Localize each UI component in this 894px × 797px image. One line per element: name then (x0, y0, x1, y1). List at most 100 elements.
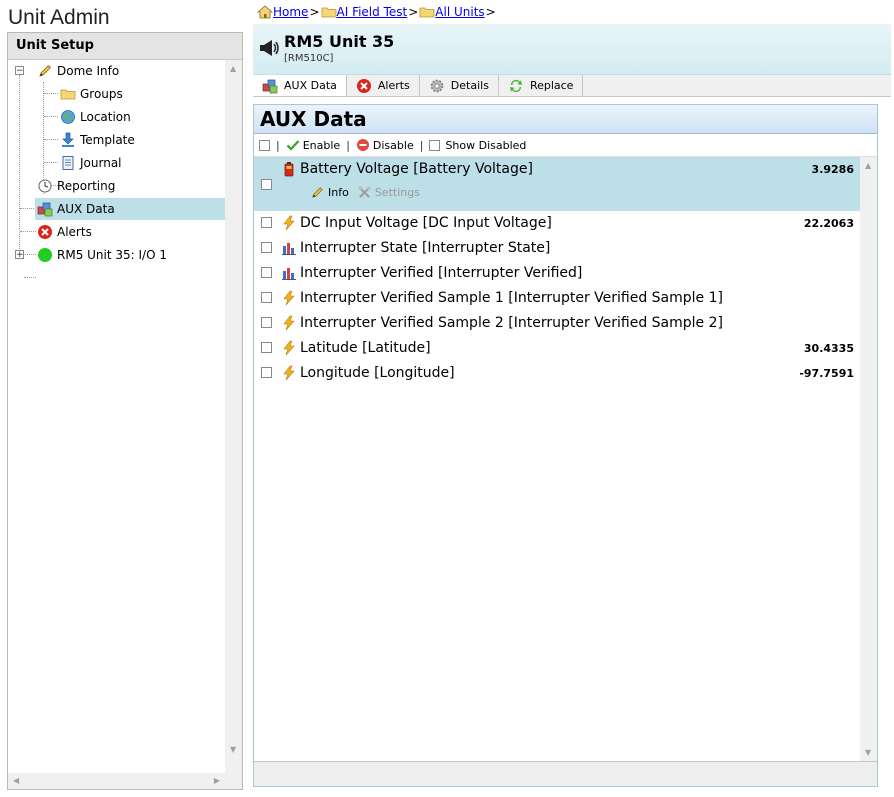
scroll-up-icon[interactable]: ▲ (865, 161, 871, 170)
tree-horizontal-scrollbar[interactable]: ◀ ▶ (8, 773, 226, 789)
breadcrumb-all-units-link[interactable]: All Units (435, 5, 484, 19)
breadcrumb: Home > AI Field Test > All Units > (256, 5, 497, 19)
tree-item-alerts[interactable]: Alerts (37, 221, 217, 243)
journal-icon (60, 155, 76, 171)
unit-tabs: AUX Data Alerts Details Replace (253, 75, 891, 97)
tree-item-label: RM5 Unit 35: I/O 1 (57, 248, 167, 262)
tree-item-reporting[interactable]: Reporting (37, 175, 217, 197)
row-checkbox[interactable] (261, 292, 272, 303)
tree-item-template[interactable]: Template (60, 129, 220, 151)
list-item[interactable]: Latitude [Latitude] 30.4335 (254, 336, 860, 361)
tab-replace[interactable]: Replace (499, 75, 584, 96)
aux-data-list: Battery Voltage [Battery Voltage] 3.9286… (254, 157, 860, 761)
red-x-icon (356, 78, 372, 94)
list-vertical-scrollbar[interactable]: ▲ ▼ (860, 157, 877, 761)
bar-chart-icon (281, 240, 297, 256)
unit-model: [RM510C] (284, 53, 334, 64)
enable-button[interactable]: Enable (286, 138, 340, 152)
row-value: -97.7591 (799, 367, 854, 380)
checkmark-icon (286, 138, 300, 152)
bar-chart-icon (281, 265, 297, 281)
lightning-icon (281, 315, 297, 331)
scroll-down-icon[interactable]: ▼ (865, 748, 871, 757)
battery-icon (281, 161, 297, 177)
list-item[interactable]: Longitude [Longitude] -97.7591 (254, 361, 860, 386)
info-label: Info (328, 186, 349, 199)
aux-cube-icon (37, 201, 53, 217)
tree-item-location[interactable]: Location (60, 106, 220, 128)
breadcrumb-home-link[interactable]: Home (273, 5, 308, 19)
row-checkbox[interactable] (261, 179, 272, 190)
row-label: Battery Voltage [Battery Voltage] (300, 161, 533, 177)
app-title: Unit Admin (8, 6, 110, 29)
tree-vertical-scrollbar[interactable]: ▲ ▼ (225, 60, 242, 774)
list-item[interactable]: Battery Voltage [Battery Voltage] 3.9286… (254, 157, 860, 211)
green-dot-icon (37, 247, 53, 263)
lightning-icon (281, 215, 297, 231)
tab-alerts[interactable]: Alerts (347, 75, 420, 96)
scroll-right-icon[interactable]: ▶ (214, 776, 220, 785)
aux-cube-icon (262, 78, 278, 94)
scroll-up-icon[interactable]: ▲ (230, 64, 236, 73)
tree-item-label: Location (80, 110, 131, 124)
gear-icon (429, 78, 445, 94)
lightning-icon (281, 290, 297, 306)
row-checkbox[interactable] (261, 342, 272, 353)
tree-item-groups[interactable]: Groups (60, 83, 220, 105)
row-checkbox[interactable] (261, 267, 272, 278)
show-disabled-checkbox[interactable] (429, 139, 441, 151)
row-checkbox[interactable] (261, 217, 272, 228)
tab-label: AUX Data (284, 79, 337, 92)
list-item[interactable]: Interrupter Verified [Interrupter Verifi… (254, 261, 860, 286)
tab-details[interactable]: Details (420, 75, 499, 96)
row-label: Interrupter Verified Sample 1 [Interrupt… (300, 290, 723, 306)
scroll-down-icon[interactable]: ▼ (230, 745, 236, 754)
collapse-dome-info-toggle[interactable]: − (15, 66, 24, 76)
row-label: Longitude [Longitude] (300, 365, 455, 381)
tree-item-dome-info[interactable]: Dome Info (37, 60, 217, 82)
tree-item-journal[interactable]: Journal (60, 152, 220, 174)
row-checkbox[interactable] (261, 367, 272, 378)
tree-item-label: AUX Data (57, 202, 115, 216)
aux-data-title: AUX Data (254, 105, 877, 134)
tab-aux-data[interactable]: AUX Data (253, 75, 347, 96)
unit-header: RM5 Unit 35 [RM510C] (253, 24, 891, 75)
red-x-icon (37, 224, 53, 240)
tree-item-io-1[interactable]: RM5 Unit 35: I/O 1 (37, 244, 222, 266)
toolbar-separator: | (276, 138, 280, 152)
folder-icon (60, 86, 76, 102)
pencil-icon (310, 185, 325, 200)
row-label: Interrupter Verified [Interrupter Verifi… (300, 265, 583, 281)
unit-setup-panel: Unit Setup − Dome Info Groups Location T… (7, 32, 243, 790)
scroll-left-icon[interactable]: ◀ (13, 776, 19, 785)
expand-io-toggle[interactable]: + (15, 250, 24, 260)
row-checkbox[interactable] (261, 317, 272, 328)
disable-label: Disable (372, 138, 414, 152)
row-value: 3.9286 (811, 163, 854, 176)
settings-button[interactable]: Settings (357, 185, 420, 200)
list-item[interactable]: Interrupter Verified Sample 2 [Interrupt… (254, 311, 860, 336)
tree-item-label: Reporting (57, 179, 116, 193)
row-label: Latitude [Latitude] (300, 340, 431, 356)
show-disabled-label: Show Disabled (445, 138, 527, 152)
tree-item-label: Dome Info (57, 64, 120, 78)
info-button[interactable]: Info (310, 185, 349, 200)
select-all-checkbox[interactable] (259, 139, 270, 151)
list-item[interactable]: Interrupter State [Interrupter State] (254, 236, 860, 261)
row-value: 22.2063 (803, 217, 854, 230)
disable-button[interactable]: Disable (356, 138, 414, 152)
scrollbar-corner (225, 773, 242, 789)
row-label: Interrupter State [Interrupter State] (300, 240, 551, 256)
list-item[interactable]: DC Input Voltage [DC Input Voltage] 22.2… (254, 211, 860, 236)
row-checkbox[interactable] (261, 242, 272, 253)
tree-item-aux-data[interactable]: AUX Data (35, 198, 226, 220)
list-item[interactable]: Interrupter Verified Sample 1 [Interrupt… (254, 286, 860, 311)
settings-label: Settings (374, 186, 420, 199)
breadcrumb-field-test-link[interactable]: AI Field Test (337, 5, 408, 19)
tree-item-label: Journal (80, 156, 122, 170)
unit-setup-tree: − Dome Info Groups Location Template Jou… (8, 60, 226, 774)
row-value: 30.4335 (803, 342, 854, 355)
aux-panel-footer (254, 761, 877, 786)
toolbar-separator: | (346, 138, 350, 152)
disable-icon (356, 138, 370, 152)
